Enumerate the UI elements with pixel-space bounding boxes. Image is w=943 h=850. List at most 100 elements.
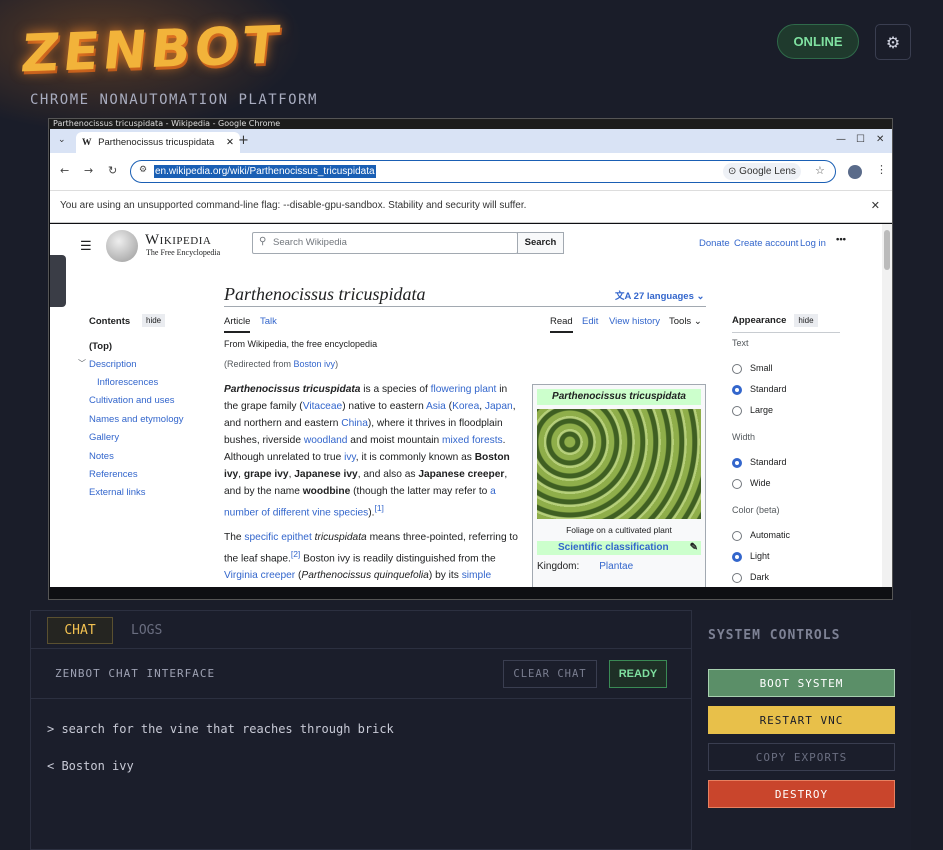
toc-item-cultivation[interactable]: Cultivation and uses <box>89 395 175 406</box>
vnc-viewer[interactable]: Parthenocissus tricuspidata - Wikipedia … <box>48 118 893 600</box>
donate-link[interactable]: Donate <box>699 238 730 249</box>
title-divider <box>224 306 706 307</box>
radio-circle <box>732 405 742 416</box>
bot-message: < Boston ivy <box>47 759 134 773</box>
minimize-icon[interactable]: — <box>836 134 846 145</box>
tab-title: Parthenocissus tricuspidata <box>98 137 215 148</box>
toc-item-gallery[interactable]: Gallery <box>89 432 119 443</box>
lens-label: Google Lens <box>739 166 796 177</box>
tools-menu[interactable]: Tools ⌄ <box>669 316 702 327</box>
restart-vnc-button[interactable]: RESTART VNC <box>708 706 895 734</box>
forward-icon[interactable]: → <box>84 164 93 177</box>
main-menu-icon[interactable]: ☰ <box>80 238 92 254</box>
toc-collapse-icon[interactable]: ﹀ <box>78 358 86 369</box>
tab-talk[interactable]: Talk <box>260 316 277 327</box>
google-lens-button[interactable]: ⊙ Google Lens <box>723 163 801 180</box>
translate-icon: 文A <box>615 291 634 302</box>
text-standard-radio[interactable]: Standard <box>732 384 787 395</box>
address-bar[interactable]: ⚙ en.wikipedia.org/wiki/Parthenocissus_t… <box>130 160 836 183</box>
wikipedia-wordmark[interactable]: Wikipedia <box>145 232 211 249</box>
toc-item-references[interactable]: References <box>89 469 138 480</box>
destroy-button[interactable]: DESTROY <box>708 780 895 808</box>
ready-badge: READY <box>609 660 667 688</box>
appearance-divider <box>732 332 840 333</box>
browser-menu-icon[interactable]: ⋮ <box>876 163 887 176</box>
url-text[interactable]: en.wikipedia.org/wiki/Parthenocissus_tri… <box>154 165 376 178</box>
wiki-search-input[interactable]: ⚲ Search Wikipedia <box>252 232 518 254</box>
tab-edit[interactable]: Edit <box>582 316 598 327</box>
user-message: > search for the vine that reaches throu… <box>47 722 394 736</box>
redirect-link[interactable]: Boston ivy <box>294 359 336 369</box>
scrollbar-thumb[interactable] <box>884 230 890 270</box>
languages-button[interactable]: 文A 27 languages ⌄ <box>615 288 704 302</box>
kingdom-value[interactable]: Plantae <box>599 561 633 572</box>
toc-item-names[interactable]: Names and etymology <box>89 414 184 425</box>
wikipedia-tagline: The Free Encyclopedia <box>146 248 221 257</box>
toc-item-inflorescences[interactable]: Inflorescences <box>97 377 158 388</box>
toc-item-top[interactable]: (Top) <box>89 341 112 352</box>
chat-header: ZENBOT CHAT INTERFACE CLEAR CHAT READY <box>31 649 691 699</box>
profile-avatar[interactable] <box>848 165 862 179</box>
radio-circle <box>732 530 742 541</box>
tab-view-history[interactable]: View history <box>609 316 660 327</box>
gear-icon[interactable]: ⚙ <box>875 24 911 60</box>
wikipedia-page: ☰ Wikipedia The Free Encyclopedia ⚲ Sear… <box>50 224 882 587</box>
create-account-link[interactable]: Create account <box>734 238 798 249</box>
tab-read[interactable]: Read <box>550 316 573 333</box>
width-wide-radio[interactable]: Wide <box>732 478 771 489</box>
infobox-title: Parthenocissus tricuspidata <box>537 389 701 405</box>
edit-pencil-icon[interactable]: ✎ <box>690 541 698 555</box>
color-label: Color (beta) <box>732 505 780 515</box>
radio-label: Small <box>750 363 773 373</box>
radio-circle <box>732 384 742 395</box>
chat-title: ZENBOT CHAT INTERFACE <box>55 667 216 680</box>
color-automatic-radio[interactable]: Automatic <box>732 530 790 541</box>
copy-exports-button[interactable]: COPY EXPORTS <box>708 743 895 771</box>
login-link[interactable]: Log in <box>800 238 826 249</box>
bookmark-star-icon[interactable]: ☆ <box>815 164 825 177</box>
appearance-heading: Appearance hide <box>732 314 818 327</box>
chat-panel: CHAT LOGS ZENBOT CHAT INTERFACE CLEAR CH… <box>30 610 692 850</box>
search-icon: ⚲ <box>259 236 267 247</box>
infobox: Parthenocissus tricuspidata Foliage on a… <box>532 384 706 587</box>
toc-item-notes[interactable]: Notes <box>89 451 114 462</box>
back-icon[interactable]: ← <box>60 164 69 177</box>
close-tab-icon[interactable]: ✕ <box>226 137 234 148</box>
site-info-icon[interactable]: ⚙ <box>139 165 147 175</box>
text-small-radio[interactable]: Small <box>732 363 773 374</box>
maximize-icon[interactable]: ☐ <box>856 134 865 145</box>
text-large-radio[interactable]: Large <box>732 405 773 416</box>
tab-logs[interactable]: LOGS <box>131 623 162 638</box>
close-infobar-icon[interactable]: ✕ <box>871 199 880 212</box>
radio-circle <box>732 363 742 374</box>
more-options-icon[interactable]: ••• <box>836 234 846 245</box>
wikipedia-globe-logo[interactable] <box>106 230 138 262</box>
infobox-caption: Foliage on a cultivated plant <box>566 525 672 535</box>
redirected-prefix: (Redirected from <box>224 359 294 369</box>
tab-article[interactable]: Article <box>224 316 251 333</box>
page-scrollbar[interactable] <box>882 224 892 587</box>
appearance-hide-button[interactable]: hide <box>794 314 818 327</box>
wikipedia-favicon-icon: W <box>82 138 92 148</box>
color-light-radio[interactable]: Light <box>732 551 770 562</box>
clear-chat-button[interactable]: CLEAR CHAT <box>503 660 597 688</box>
vnc-sidebar-handle[interactable] <box>50 255 66 307</box>
contents-hide-button[interactable]: hide <box>142 314 166 327</box>
tab-strip: ⌄ W Parthenocissus tricuspidata ✕ + — ☐ … <box>50 129 892 153</box>
color-dark-radio[interactable]: Dark <box>732 572 769 583</box>
tab-chat[interactable]: CHAT <box>47 617 113 644</box>
width-label: Width <box>732 432 756 442</box>
controls-title: SYSTEM CONTROLS <box>708 628 841 643</box>
reload-icon[interactable]: ↻ <box>108 164 117 177</box>
toc-item-description[interactable]: Description <box>89 359 137 370</box>
tab-search-icon[interactable]: ⌄ <box>58 135 66 145</box>
browser-tab[interactable]: W Parthenocissus tricuspidata ✕ <box>76 132 240 153</box>
infobar-text: You are using an unsupported command-lin… <box>60 200 527 211</box>
new-tab-icon[interactable]: + <box>238 133 249 148</box>
boot-system-button[interactable]: BOOT SYSTEM <box>708 669 895 697</box>
toc-item-external-links[interactable]: External links <box>89 487 146 498</box>
close-window-icon[interactable]: ✕ <box>876 134 884 145</box>
wiki-search-button[interactable]: Search <box>517 232 564 254</box>
width-standard-radio[interactable]: Standard <box>732 457 787 468</box>
foliage-image[interactable] <box>537 409 701 519</box>
